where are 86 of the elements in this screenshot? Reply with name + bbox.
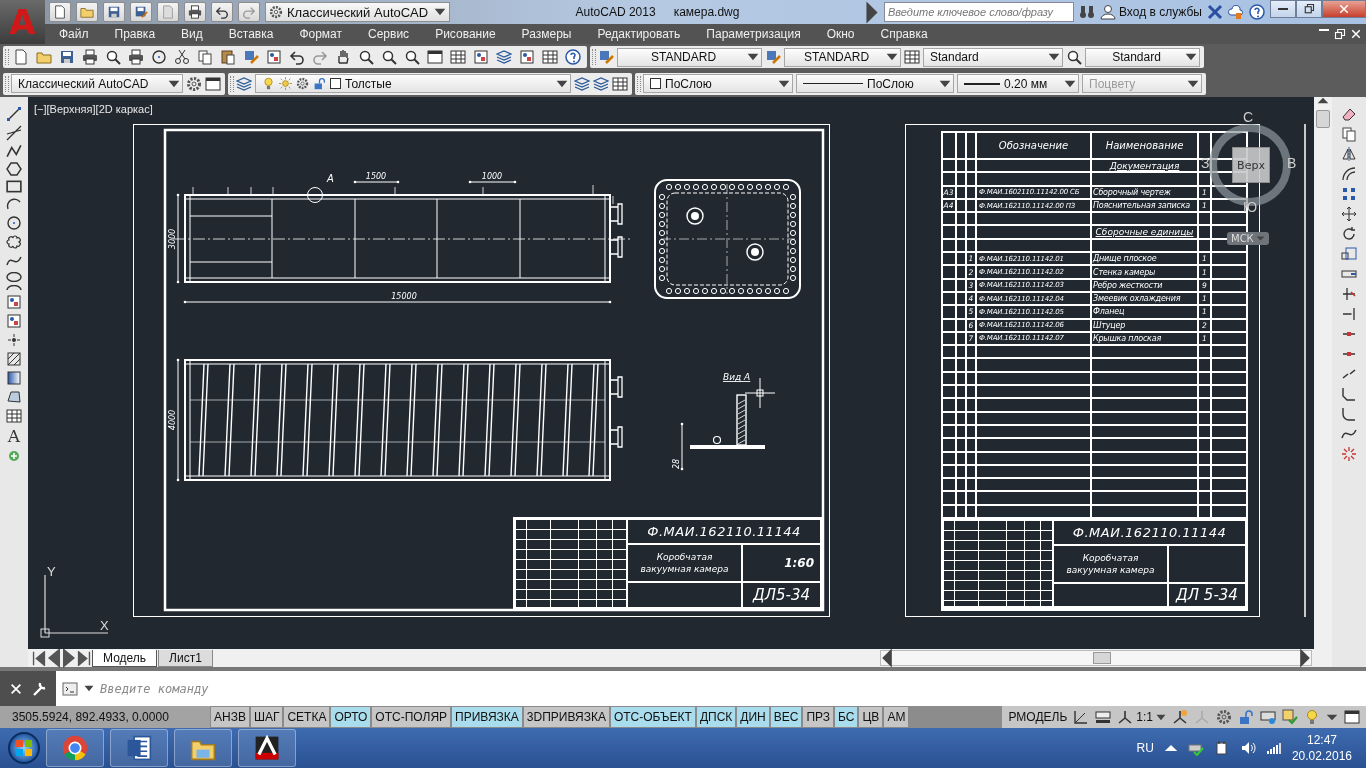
drawing-name: Коробчатая вакуумная камера <box>1053 545 1168 583</box>
drawing-code: Ф.МАИ.162110.11144 <box>1053 520 1246 545</box>
compass-east[interactable]: В <box>1287 155 1297 171</box>
menu-item[interactable]: Вставка <box>214 27 286 41</box>
status-toggle[interactable]: ЦВ <box>858 706 884 728</box>
menu-item[interactable]: Справка <box>866 27 940 41</box>
menu-item[interactable]: Параметризация <box>692 27 813 41</box>
table-cell: Ребро жесткости <box>1091 278 1198 292</box>
menu-item[interactable]: Сервис <box>354 27 422 41</box>
status-toggle[interactable]: ДПСК <box>695 706 737 728</box>
y-axis-label: Y <box>47 564 56 579</box>
clock[interactable]: 12:47 20.02.2016 <box>1291 732 1352 764</box>
sign-in-button[interactable]: Вход в службы <box>1100 4 1202 20</box>
layout-tab[interactable]: Лист1 <box>158 649 213 667</box>
table-cell: Стенка камеры <box>1091 265 1198 279</box>
status-toggle[interactable]: ПРИВЯЗКА <box>451 706 523 728</box>
view-cube-face[interactable]: Верх <box>1232 147 1270 183</box>
coordinate-system-menu[interactable]: МСК <box>1227 232 1269 245</box>
status-toggle[interactable]: ОТС-ПОЛЯР <box>371 706 452 728</box>
dimension-text: 4000 <box>168 409 177 431</box>
drawing-code: Ф.МАИ.162110.11144 <box>627 519 821 544</box>
compass-north[interactable]: С <box>1243 109 1254 125</box>
view-title: Вид А <box>723 372 751 382</box>
menu-item[interactable]: Правка <box>100 27 168 41</box>
status-toggle[interactable]: БС <box>834 706 859 728</box>
dimension-text: 15000 <box>391 292 417 301</box>
table-cell: Штуцер <box>1091 318 1198 332</box>
table-style-dropdown[interactable]: Standard <box>923 47 1063 67</box>
menu-item[interactable]: Вид <box>167 27 215 41</box>
menu-item[interactable]: Файл <box>45 27 101 41</box>
status-toggle[interactable]: ШАГ <box>249 706 284 728</box>
text-style-dropdown[interactable]: STANDARD <box>617 47 762 67</box>
status-toggle[interactable]: СЕТКА <box>283 706 331 728</box>
search-field[interactable]: Введите ключевое слово/фразу <box>884 2 1074 22</box>
linetype-dropdown[interactable]: ПоСлою <box>796 74 954 93</box>
layout-tab[interactable]: Модель <box>92 649 158 667</box>
menu-item[interactable]: Редактировать <box>583 27 693 41</box>
table-cell: Сборочный чертеж <box>1091 185 1198 199</box>
app-title: AutoCAD 2013 <box>575 5 656 19</box>
status-toggle[interactable]: ВЕС <box>769 706 803 728</box>
table-cell: Днище плоское <box>1091 252 1198 266</box>
title-block-cell: 1:60 <box>742 544 821 582</box>
status-toggle[interactable]: ПРЗ <box>802 706 835 728</box>
column-header: Обозначение <box>976 131 1091 159</box>
dimension-text: 28 <box>672 458 681 470</box>
group-code: ДЛ 5-34 <box>1168 583 1246 607</box>
status-toggle[interactable]: 3DПРИВЯЗКА <box>522 706 610 728</box>
file-name: камера.dwg <box>673 5 740 19</box>
table-cell: Змеевик охлаждения <box>1091 291 1198 306</box>
menu-item[interactable]: Рисование <box>421 27 508 41</box>
table-cell: Пояснительная записка <box>1091 198 1198 213</box>
workspace-dropdown[interactable]: Классический AutoCAD <box>265 2 450 22</box>
annotation-scale-button[interactable]: 1:1 <box>1117 709 1166 725</box>
cursor-coordinates: 3505.5924, 892.4933, 0.0000 <box>12 710 169 724</box>
section-title: Документация <box>1091 159 1198 173</box>
language-indicator[interactable]: RU <box>1136 741 1154 755</box>
viewport-controls[interactable]: [−][Верхняя][2D каркас] <box>34 103 153 115</box>
status-toggle[interactable]: АНЗВ <box>210 706 250 728</box>
text-tool[interactable]: A <box>7 427 21 445</box>
column-header: Наименование <box>1091 131 1198 159</box>
dimension-text: 3000 <box>168 228 177 250</box>
menu-item[interactable]: Размеры <box>507 27 584 41</box>
compass-west[interactable]: З <box>1201 155 1210 171</box>
multileader-style-dropdown[interactable]: Standard <box>1085 47 1200 67</box>
model-space-button[interactable]: РМОДЕЛЬ <box>1008 710 1068 724</box>
status-toggle[interactable]: ДИН <box>736 706 770 728</box>
color-dropdown[interactable]: ПоСлою <box>643 74 793 93</box>
status-toggle[interactable]: ОТС-ОБЪЕКТ <box>609 706 696 728</box>
table-cell: Фланец <box>1091 305 1198 319</box>
view-mark: А <box>327 173 334 184</box>
table-cell: Крышка плоская <box>1091 331 1198 346</box>
workspace-dropdown[interactable]: Классический AutoCAD <box>11 74 183 93</box>
menu-item[interactable]: Формат <box>285 27 355 41</box>
status-toggle[interactable]: ОРТО <box>330 706 372 728</box>
layer-dropdown[interactable]: Толстые <box>255 74 571 93</box>
dimension-style-dropdown[interactable]: STANDARD <box>784 47 901 67</box>
section-title: Сборочные единицы <box>1091 225 1198 239</box>
group-code: ДЛ5-34 <box>742 582 821 608</box>
dimension-text: 1500 <box>365 172 387 181</box>
menu-item[interactable]: Окно <box>812 27 867 41</box>
status-toggle[interactable]: АМ <box>883 706 910 728</box>
lineweight-dropdown[interactable]: 0.20 мм <box>957 74 1079 93</box>
x-axis-label: X <box>100 618 109 633</box>
drawing-name: Коробчатая вакуумная камера <box>627 544 742 582</box>
command-field[interactable]: Введите команду <box>100 681 209 696</box>
dimension-text: 1000 <box>481 172 503 181</box>
